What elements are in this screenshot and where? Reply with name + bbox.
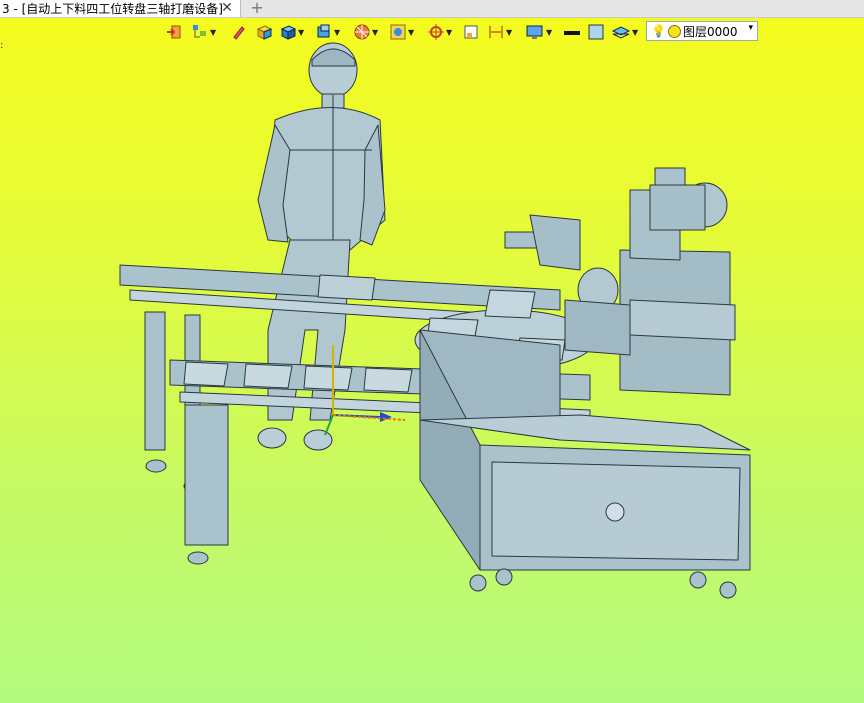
- layer-stack-icon[interactable]: ▼: [611, 21, 638, 43]
- 3d-viewport[interactable]: :: [0, 0, 864, 703]
- exit-icon[interactable]: [165, 21, 183, 43]
- layer-name: 图层0000: [682, 24, 738, 39]
- layer-dropdown[interactable]: 💡 图层0000 ▾: [646, 21, 758, 41]
- monitor-icon[interactable]: ▼: [525, 21, 552, 43]
- line-color-icon[interactable]: [563, 21, 581, 43]
- solid-cube-icon[interactable]: ▼: [279, 21, 304, 43]
- tree-icon[interactable]: ▼: [191, 21, 216, 43]
- display-icon[interactable]: ▼: [389, 21, 414, 43]
- box-icon[interactable]: [255, 21, 273, 43]
- fill-color-icon[interactable]: [587, 21, 605, 43]
- bulb-icon[interactable]: 💡: [651, 24, 666, 38]
- snap-icon[interactable]: ▼: [427, 21, 452, 43]
- tab-bar: 3 - [自动上下料四工位转盘三轴打磨设备] ✕ +: [0, 0, 864, 18]
- dimension-icon[interactable]: ▼: [487, 21, 512, 43]
- document-tab-title: 3 - [自动上下料四工位转盘三轴打磨设备]: [2, 2, 223, 16]
- render-icon[interactable]: ▼: [353, 21, 378, 43]
- chevron-down-icon[interactable]: ▾: [748, 23, 753, 33]
- new-tab-button[interactable]: +: [250, 0, 264, 16]
- coordinate-marker: :: [0, 40, 4, 51]
- frame-icon[interactable]: [463, 21, 479, 43]
- cad-model-view: [119, 42, 751, 599]
- close-icon[interactable]: ✕: [220, 0, 234, 17]
- document-tab[interactable]: 3 - [自动上下料四工位转盘三轴打磨设备] ✕: [0, 0, 241, 17]
- view-cube-icon[interactable]: ▼: [315, 21, 340, 43]
- pen-icon[interactable]: [231, 21, 247, 43]
- light-icon[interactable]: [667, 24, 681, 38]
